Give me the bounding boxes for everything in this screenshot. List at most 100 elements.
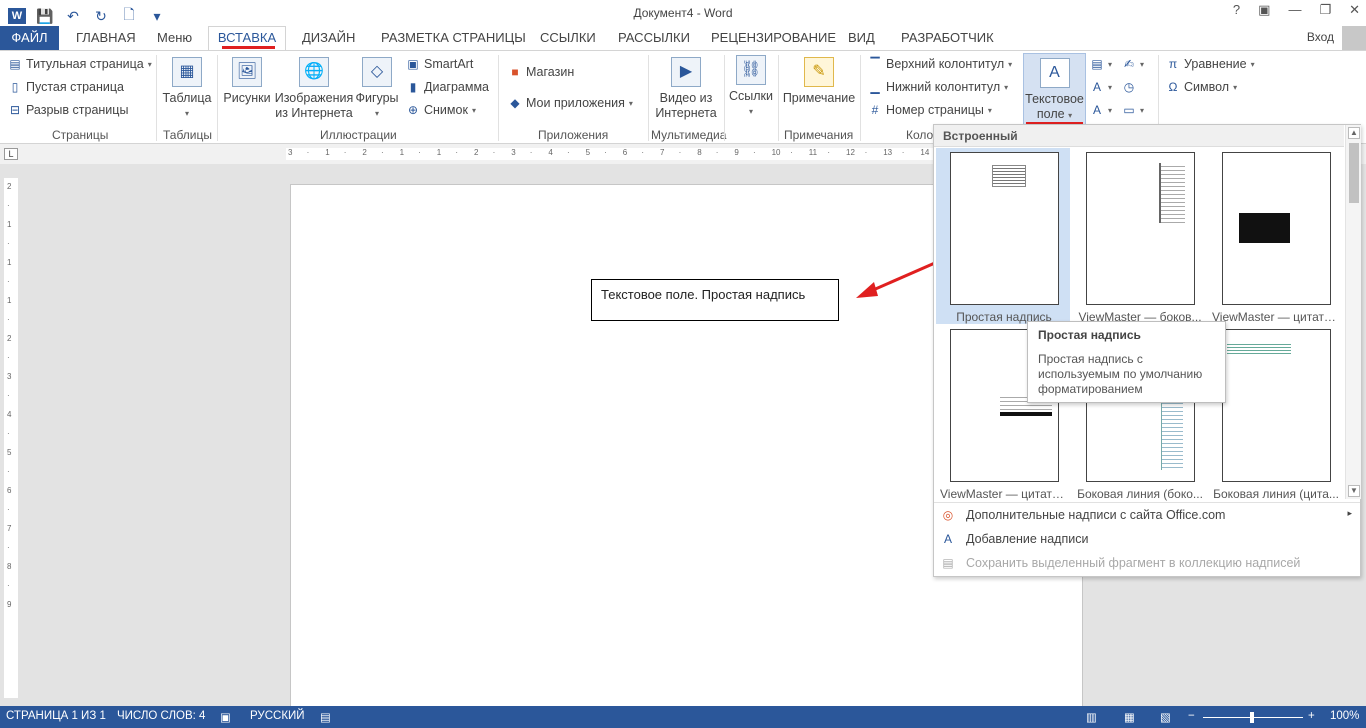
symbol-button[interactable]: Ω Символ ▾	[1166, 80, 1238, 94]
tab-view[interactable]: ВИД	[848, 30, 875, 45]
signature-line-button[interactable]: ✍ ▾	[1122, 57, 1144, 71]
apps-icon: ◆	[510, 96, 520, 110]
ruler-tick-label: 3	[511, 148, 516, 157]
gallery-thumbnail	[1222, 329, 1331, 482]
window-controls: ? ▣ — ❐ ✕	[1233, 2, 1360, 18]
read-mode-icon[interactable]: ▥	[1086, 710, 1097, 724]
my-apps-button[interactable]: ◆ Мои приложения ▾	[508, 96, 633, 110]
menu-item-more-textboxes[interactable]: ◎ Дополнительные надписи с сайта Office.c…	[934, 504, 1360, 528]
ruler-tick-label: 10	[771, 148, 781, 157]
ribbon-display-button[interactable]: ▣	[1258, 2, 1270, 18]
quick-parts-icon: ▤	[1091, 57, 1103, 71]
tab-home[interactable]: ГЛАВНАЯ	[76, 30, 136, 45]
ruler-tick-label: ·	[7, 581, 10, 590]
ruler-tick-label: ·	[864, 148, 868, 157]
ruler-tick-label: ·	[604, 148, 607, 157]
language-indicator[interactable]: РУССКИЙ	[250, 710, 305, 722]
ruler-tick-label: ·	[418, 148, 421, 157]
object-button[interactable]: ▭ ▾	[1122, 103, 1144, 117]
maximize-button[interactable]: ❐	[1319, 2, 1331, 18]
date-time-button[interactable]: ◷	[1122, 80, 1136, 94]
window-title: Документ4 - Word	[633, 6, 733, 20]
ruler-tick-label: ·	[455, 148, 459, 157]
online-video-button[interactable]: ▶ Видео из Интернета	[652, 57, 720, 121]
pictures-button[interactable]: 🖼 Рисунки	[222, 57, 272, 106]
zoom-out-button[interactable]: −	[1188, 710, 1195, 722]
scrollbar-thumb[interactable]	[1349, 143, 1359, 203]
ruler-tick-label: ·	[790, 148, 793, 157]
equation-button[interactable]: π Уравнение ▾	[1166, 57, 1255, 71]
tab-design[interactable]: ДИЗАЙН	[302, 30, 355, 45]
tab-menu[interactable]: Меню	[157, 30, 192, 45]
gallery-item-simple[interactable]: Простая надпись	[936, 148, 1070, 324]
proofing-icon[interactable]: ▣	[220, 710, 231, 724]
page-break-button[interactable]: ⊟ Разрыв страницы	[8, 103, 128, 117]
ruler-tick-label: 8	[697, 148, 702, 157]
scroll-down-icon[interactable]: ▼	[1348, 485, 1360, 497]
comment-button[interactable]: ✎ Примечание	[782, 57, 856, 106]
tab-developer[interactable]: РАЗРАБОТЧИК	[901, 30, 994, 45]
store-button[interactable]: ■ Магазин	[508, 65, 574, 79]
drop-cap-button[interactable]: A ▾	[1090, 103, 1112, 117]
ruler-tick-label: 1	[7, 220, 12, 229]
document-textbox[interactable]: Текстовое поле. Простая надпись	[591, 279, 839, 321]
table-button[interactable]: ▦ Таблица ▾	[162, 57, 212, 121]
gallery-item-viewmaster-quote[interactable]: ViewMaster — цитата...	[1208, 148, 1342, 324]
wordart-button[interactable]: A ▾	[1090, 80, 1112, 94]
object-icon: ▭	[1123, 103, 1135, 117]
web-layout-icon[interactable]: ▧	[1160, 710, 1171, 724]
horizontal-ruler[interactable]: 3 · 1 · 2 · 1 · 1 · 2 · 3 · 4 · 5 · 6 · 7 · 8 · 9 · 10 · 11 · 12 · 13 · 14	[286, 148, 934, 160]
page-number-button[interactable]: # Номер страницы ▾	[868, 103, 992, 117]
ruler-tick-label: 13	[883, 148, 893, 157]
zoom-in-button[interactable]: +	[1308, 710, 1315, 722]
links-button[interactable]: ⛓ Ссылки ▾	[728, 55, 774, 119]
close-button[interactable]: ✕	[1349, 2, 1360, 18]
vertical-ruler[interactable]: 2 · 1 · 1 · 1 · 2 · 3 · 4 · 5 · 6 · 7 · 8 · 9	[4, 178, 18, 698]
tab-selector[interactable]: L	[4, 148, 18, 160]
tab-review[interactable]: РЕЦЕНЗИРОВАНИЕ	[711, 30, 836, 45]
header-button[interactable]: ▔ Верхний колонтитул ▾	[868, 57, 1012, 71]
ruler-tick-label: 4	[7, 410, 12, 419]
tab-file[interactable]: ФАЙЛ	[0, 26, 59, 50]
ruler-tick-label: ·	[715, 148, 719, 157]
quick-parts-button[interactable]: ▤ ▾	[1090, 57, 1112, 71]
ruler-tick-label: ·	[306, 148, 310, 157]
zoom-level[interactable]: 100%	[1330, 710, 1359, 722]
avatar[interactable]	[1342, 26, 1366, 50]
ruler-tick-label: ·	[678, 148, 682, 157]
gallery-thumbnail	[1222, 152, 1331, 305]
sign-in-link[interactable]: Вход	[1307, 30, 1334, 44]
tab-layout[interactable]: РАЗМЕТКА СТРАНИЦЫ	[381, 30, 526, 45]
ruler-tick-label: ·	[343, 148, 347, 157]
help-button[interactable]: ?	[1233, 2, 1240, 18]
page-count[interactable]: СТРАНИЦА 1 ИЗ 1	[6, 710, 106, 722]
footer-button[interactable]: ▁ Нижний колонтитул ▾	[868, 80, 1008, 94]
ruler-tick-label: ·	[492, 148, 496, 157]
ruler-tick-label: 2	[7, 334, 12, 343]
macro-record-icon[interactable]: ▤	[320, 710, 331, 724]
tab-mailings[interactable]: РАССЫЛКИ	[618, 30, 690, 45]
menu-item-draw-textbox[interactable]: A Добавление надписи	[934, 528, 1360, 552]
highlight-underline	[222, 46, 275, 49]
blank-page-button[interactable]: ▯ Пустая страница	[8, 80, 124, 94]
cover-page-button[interactable]: ▤ Титульная страница ▾	[8, 57, 151, 71]
ruler-tick-label: ·	[7, 505, 10, 514]
word-count[interactable]: ЧИСЛО СЛОВ: 4	[117, 710, 205, 722]
signature-icon: ✍	[1123, 57, 1135, 71]
gallery-item-viewmaster-sidebar[interactable]: ViewMaster — боков...	[1072, 148, 1206, 324]
chart-button[interactable]: ▮ Диаграмма	[406, 80, 489, 94]
online-pictures-button[interactable]: 🌐 Изображения из Интернета	[274, 57, 354, 121]
smartart-button[interactable]: ▣ SmartArt	[406, 57, 473, 71]
gallery-scrollbar[interactable]: ▲ ▼	[1345, 125, 1361, 499]
ruler-tick-label: ·	[641, 148, 645, 157]
textbox-button[interactable]: A Текстовое поле ▾	[1023, 53, 1086, 125]
print-layout-icon[interactable]: ▦	[1124, 710, 1135, 724]
tab-references[interactable]: ССЫЛКИ	[540, 30, 596, 45]
gallery-item-sideline-quote[interactable]: Боковая линия (цита...	[1208, 325, 1342, 501]
minimize-button[interactable]: —	[1288, 2, 1301, 18]
tooltip: Простая надпись Простая надпись с исполь…	[1027, 321, 1226, 403]
scroll-up-icon[interactable]: ▲	[1348, 127, 1360, 139]
screenshot-button[interactable]: ⊕ Снимок ▾	[406, 103, 476, 117]
shapes-button[interactable]: ◇ Фигуры ▾	[354, 57, 400, 121]
zoom-slider-thumb[interactable]	[1250, 712, 1254, 723]
